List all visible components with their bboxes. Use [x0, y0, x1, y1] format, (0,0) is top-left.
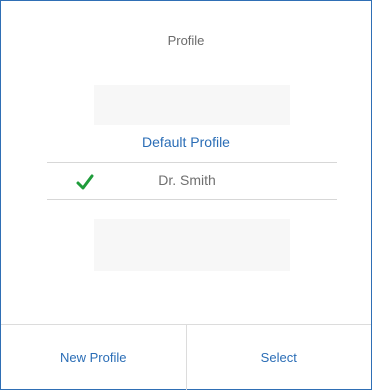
profile-option-default[interactable]: Default Profile [1, 134, 371, 150]
profile-option-selected-label: Dr. Smith [158, 172, 216, 188]
picker-area-bottom [94, 219, 290, 271]
select-button[interactable]: Select [185, 325, 372, 390]
profile-option-selected-row[interactable]: Dr. Smith [47, 163, 337, 199]
profile-dialog: Profile Default Profile Dr. Smith New Pr… [0, 0, 372, 390]
selection-divider-bottom [47, 199, 337, 200]
picker-area-top [94, 85, 290, 125]
new-profile-button[interactable]: New Profile [1, 325, 186, 390]
footer-bar: New Profile Select [1, 324, 371, 390]
dialog-title: Profile [167, 33, 205, 48]
